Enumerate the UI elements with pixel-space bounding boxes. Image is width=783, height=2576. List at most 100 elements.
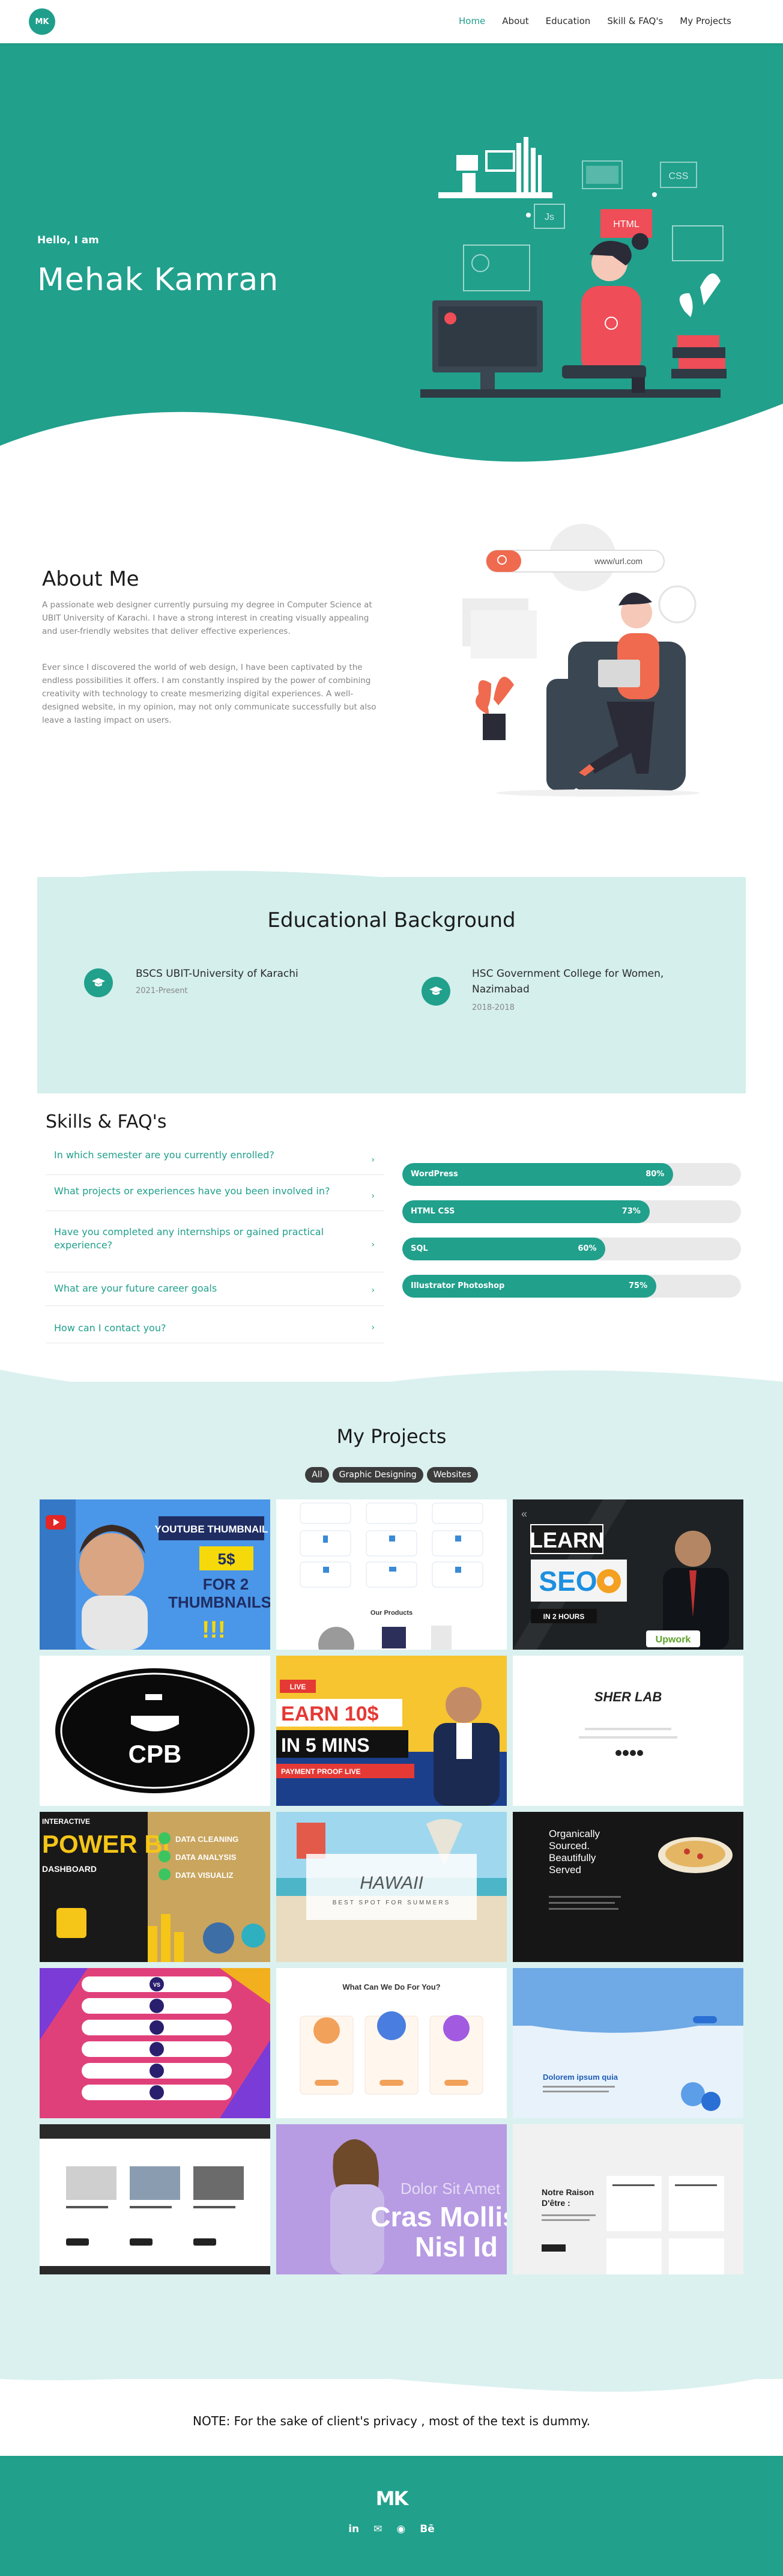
hawaii-title: HAWAII bbox=[360, 1873, 423, 1893]
thumbnail-line2: FOR 2 bbox=[203, 1575, 249, 1593]
project-tile-earn-10[interactable]: LIVE EARN 10$ IN 5 MINS PAYMENT PROOF LI… bbox=[276, 1656, 507, 1806]
thumbnail-price: 5$ bbox=[218, 1550, 235, 1568]
privacy-note: NOTE: For the sake of client's privacy ,… bbox=[193, 2414, 590, 2428]
education-wave bbox=[37, 870, 746, 901]
projects-top-wave bbox=[0, 1370, 783, 1406]
nav-education[interactable]: Education bbox=[546, 16, 591, 26]
behance-icon[interactable]: Bē bbox=[420, 2523, 435, 2535]
faq-item[interactable]: How can I contact you? › bbox=[46, 1312, 384, 1343]
page-root: MK Home About Education Skill & FAQ's My… bbox=[0, 0, 783, 2576]
vs-badge: VS bbox=[153, 1982, 160, 1988]
notre-line2: D'être : bbox=[542, 2198, 570, 2208]
skill-bar-label: WordPress bbox=[411, 1170, 458, 1179]
nav-my-projects[interactable]: My Projects bbox=[680, 16, 731, 26]
check-item-2: DATA ANALYSIS bbox=[175, 1853, 237, 1862]
footer bbox=[0, 2456, 783, 2576]
organic-line1: Organically bbox=[549, 1828, 600, 1839]
filter-graphic-designing[interactable]: Graphic Designing bbox=[332, 1467, 423, 1483]
project-tile-services[interactable]: What Can We Do For You? bbox=[276, 1968, 507, 2118]
filter-websites[interactable]: Websites bbox=[426, 1467, 478, 1483]
education-item-2-years: 2018-2018 bbox=[472, 1003, 515, 1012]
html-tag: HTML bbox=[613, 219, 639, 229]
powerbi-line1: INTERACTIVE bbox=[42, 1817, 90, 1826]
footer-social-links: in ✉ ◉ Bē bbox=[0, 2523, 783, 2535]
chevron-right-icon: › bbox=[371, 1322, 375, 1332]
graduation-cap-icon bbox=[84, 968, 113, 997]
skill-bar: WordPress 80% bbox=[402, 1163, 741, 1186]
project-tile-notre-raison[interactable]: Notre Raison D'être : bbox=[513, 2124, 743, 2274]
check-item-1: DATA CLEANING bbox=[175, 1835, 238, 1844]
search-url-text: www/url.com bbox=[594, 556, 642, 566]
dolorem-heading: Dolorem ipsum quia bbox=[543, 2073, 618, 2082]
project-tile-blog-cards[interactable] bbox=[40, 2124, 270, 2274]
project-tile-sher-lab[interactable]: SHER LAB bbox=[513, 1656, 743, 1806]
sher-lab-logo: SHER LAB bbox=[594, 1689, 662, 1704]
skills-title: Skills & FAQ's bbox=[46, 1111, 167, 1132]
education-title: Educational Background bbox=[267, 908, 516, 932]
cras-line2: Cras Mollis bbox=[370, 2201, 507, 2232]
project-tile-organic-food[interactable]: Organically Sourced. Beautifully Served bbox=[513, 1812, 743, 1962]
faq-question: What projects or experiences have you be… bbox=[54, 1185, 330, 1197]
project-tile-hawaii[interactable]: HAWAII BEST SPOT FOR SUMMERS bbox=[276, 1812, 507, 1962]
live-badge: LIVE bbox=[290, 1683, 306, 1691]
faq-item[interactable]: What are your future career goals › bbox=[46, 1275, 384, 1306]
skill-bar-label: HTML CSS bbox=[411, 1207, 455, 1216]
project-tile-youtube-thumbnail[interactable]: YOUTUBE THUMBNAIL 5$ FOR 2 THUMBNAILS !!… bbox=[40, 1499, 270, 1650]
nav-home[interactable]: Home bbox=[459, 16, 485, 26]
chevron-right-icon: › bbox=[371, 1155, 375, 1165]
skill-bar-label: Illustrator Photoshop bbox=[411, 1281, 505, 1290]
filter-all[interactable]: All bbox=[305, 1467, 329, 1483]
check-item-3: DATA VISUALIZ bbox=[175, 1871, 234, 1880]
projects-title: My Projects bbox=[336, 1425, 447, 1448]
developer-illustration: CSS Js HTML bbox=[420, 137, 727, 398]
cras-line1: Dolor Sit Amet bbox=[401, 2180, 501, 2198]
nav-skills-faqs[interactable]: Skill & FAQ's bbox=[607, 16, 663, 26]
github-icon[interactable]: ◉ bbox=[396, 2523, 405, 2535]
services-heading: What Can We Do For You? bbox=[342, 1982, 440, 1991]
back-arrows-icon: « bbox=[521, 1508, 527, 1520]
faq-item[interactable]: Have you completed any internships or ga… bbox=[46, 1217, 384, 1272]
organic-line2: Sourced. bbox=[549, 1840, 590, 1852]
chevron-right-icon: › bbox=[371, 1239, 375, 1250]
site-logo[interactable]: MK bbox=[29, 8, 55, 35]
faq-item[interactable]: What projects or experiences have you be… bbox=[46, 1181, 384, 1211]
project-tile-football-fixtures[interactable]: VS bbox=[40, 1968, 270, 2118]
organic-line3: Beautifully bbox=[549, 1852, 596, 1864]
thumbnail-line1: YOUTUBE THUMBNAIL bbox=[155, 1523, 268, 1535]
cras-line3: Nisl Id bbox=[415, 2231, 498, 2262]
skill-bar: SQL 60% bbox=[402, 1238, 741, 1260]
skill-bar: Illustrator Photoshop 75% bbox=[402, 1275, 741, 1298]
organic-line4: Served bbox=[549, 1864, 581, 1876]
about-illustration: www/url.com bbox=[462, 524, 700, 797]
earn-line3: PAYMENT PROOF LIVE bbox=[281, 1767, 361, 1776]
email-icon[interactable]: ✉ bbox=[373, 2523, 382, 2535]
nav-menu: Home About Education Skill & FAQ's My Pr… bbox=[459, 16, 731, 26]
linkedin-icon[interactable]: in bbox=[348, 2523, 359, 2535]
footer-logo[interactable]: MK bbox=[0, 2487, 783, 2510]
project-tile-dolorem[interactable]: Dolorem ipsum quia bbox=[513, 1968, 743, 2118]
thumbnail-line3: THUMBNAILS bbox=[168, 1593, 270, 1611]
project-filters: All Graphic Designing Websites bbox=[0, 1467, 783, 1483]
top-navbar: MK Home About Education Skill & FAQ's My… bbox=[0, 0, 783, 43]
chevron-right-icon: › bbox=[371, 1191, 375, 1201]
skill-bar-percent: 60% bbox=[578, 1244, 597, 1253]
hero-name: Mehak Kamran bbox=[37, 262, 279, 298]
upwork-brand: Upwork bbox=[656, 1635, 691, 1645]
project-tile-power-bi[interactable]: INTERACTIVE POWER BI DASHBOARD DATA CLEA… bbox=[40, 1812, 270, 1962]
faq-question: Have you completed any internships or ga… bbox=[54, 1226, 324, 1251]
faq-item[interactable]: In which semester are you currently enro… bbox=[46, 1145, 384, 1175]
faq-question: What are your future career goals bbox=[54, 1283, 217, 1294]
project-tile-learn-seo[interactable]: « LEARN SEO IN 2 HOURS Upwork bbox=[513, 1499, 743, 1650]
nav-about[interactable]: About bbox=[502, 16, 528, 26]
css-tag: CSS bbox=[669, 171, 689, 181]
about-paragraph-1: A passionate web designer currently purs… bbox=[42, 600, 372, 636]
education-item-1-years: 2021-Present bbox=[136, 986, 188, 995]
skill-bar-percent: 80% bbox=[645, 1170, 665, 1179]
powerbi-line2: POWER BI bbox=[42, 1830, 169, 1858]
seo-line3: IN 2 HOURS bbox=[543, 1612, 585, 1621]
earn-line1: EARN 10$ bbox=[281, 1703, 379, 1725]
project-tile-cpb-logo[interactable]: CPB bbox=[40, 1656, 270, 1806]
project-tile-cras-mollis[interactable]: Dolor Sit Amet Cras Mollis Nisl Id bbox=[276, 2124, 507, 2274]
project-tile-product-website[interactable]: Our Products bbox=[276, 1499, 507, 1650]
seo-line2: SEO bbox=[539, 1566, 597, 1597]
